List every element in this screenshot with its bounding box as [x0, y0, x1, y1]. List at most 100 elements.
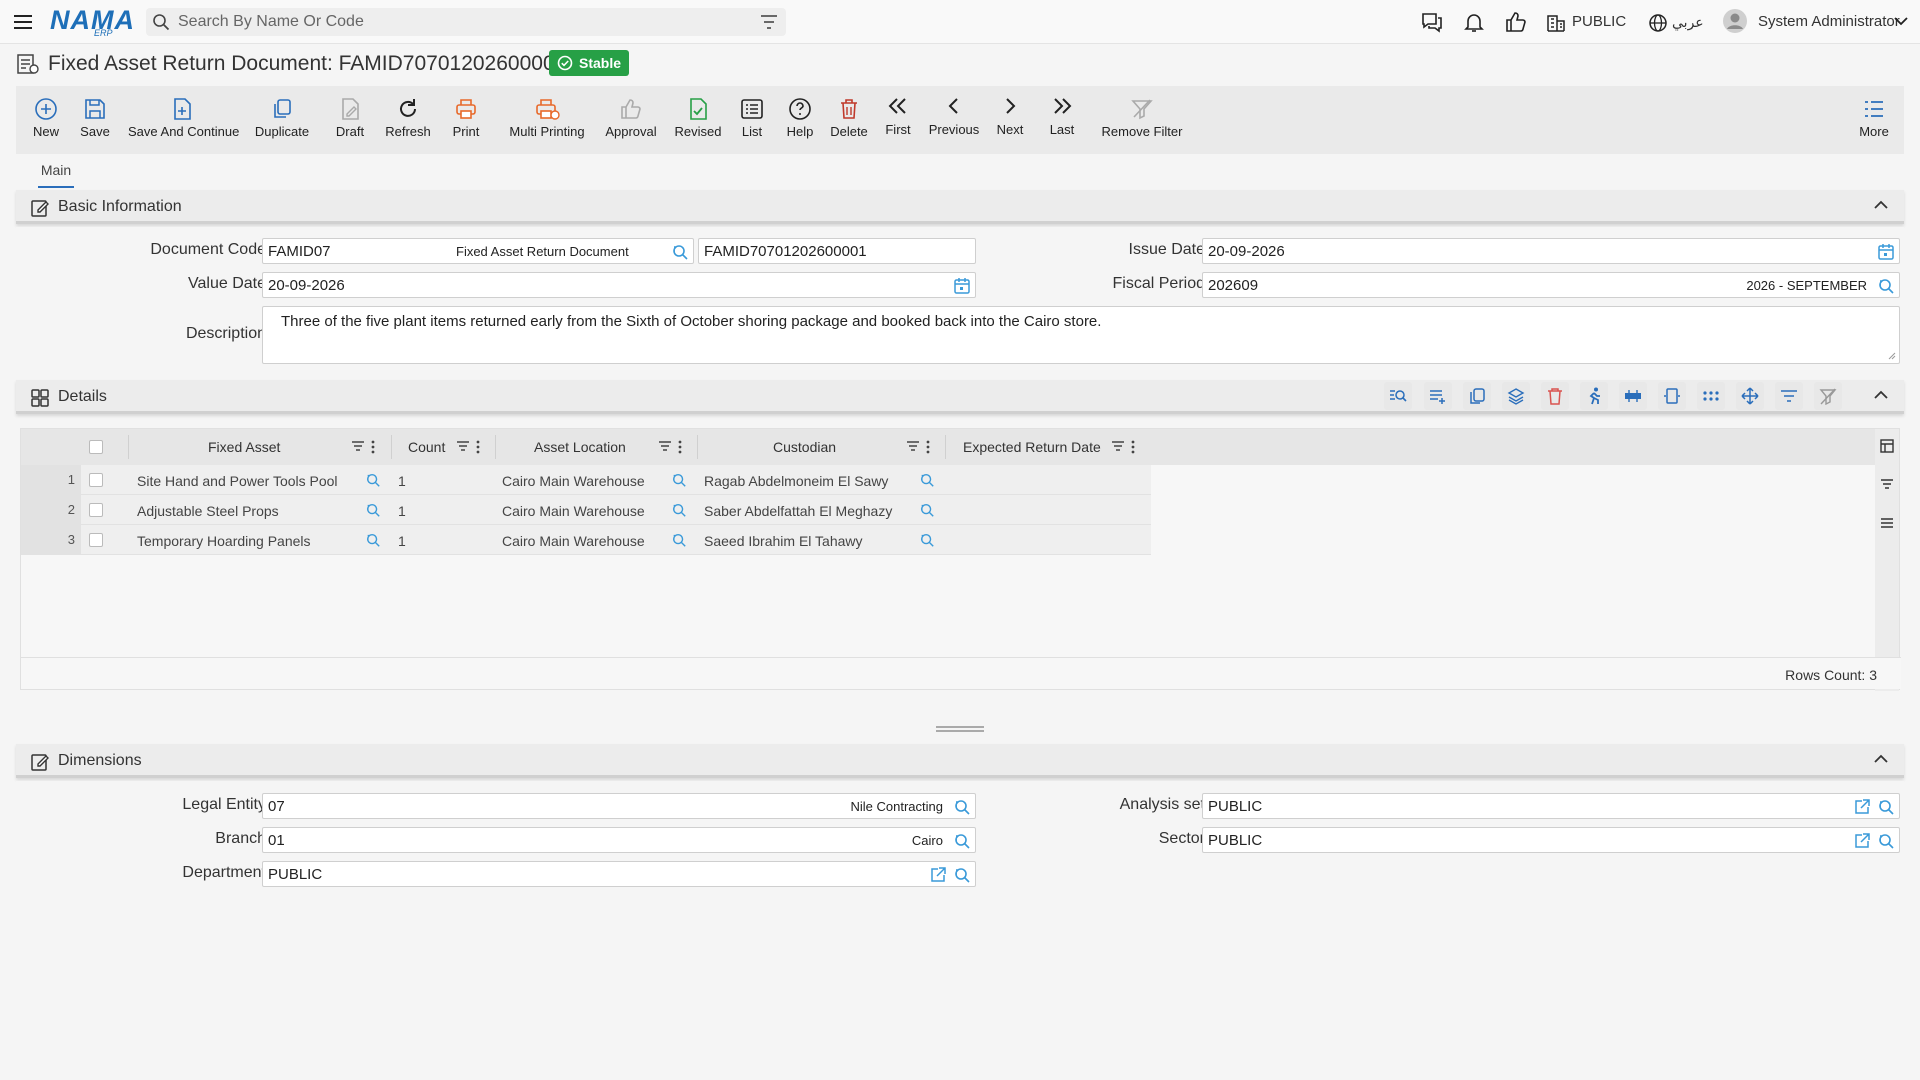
analysis-set-field[interactable]: PUBLIC [1202, 793, 1900, 819]
select-all-checkbox[interactable] [89, 440, 103, 454]
cell-custodian[interactable]: Saeed Ibrahim El Tahawy [704, 533, 863, 549]
document-code-field[interactable]: FAMID07 Fixed Asset Return Document [262, 238, 694, 264]
next-button[interactable]: Next [992, 86, 1028, 154]
branch-field[interactable]: 01 Cairo [262, 827, 976, 853]
column-header-fixed-asset[interactable]: Fixed Asset [208, 439, 280, 455]
multi-printing-button[interactable]: Multi Printing [494, 86, 600, 154]
grid-dots-button[interactable] [1697, 382, 1725, 410]
grid-runner-button[interactable] [1580, 382, 1608, 410]
thumbs-up-icon[interactable] [1504, 10, 1528, 34]
approval-button[interactable]: Approval [600, 86, 662, 154]
table-row[interactable]: 1 Site Hand and Power Tools Pool 1 Cairo… [21, 465, 1151, 495]
column-menu-icon[interactable] [1131, 440, 1135, 454]
row-checkbox[interactable] [89, 533, 103, 547]
lookup-icon[interactable] [953, 866, 971, 884]
calendar-icon[interactable] [953, 277, 971, 295]
lookup-icon[interactable] [671, 472, 687, 488]
notification-bell-icon[interactable] [1462, 10, 1486, 34]
draft-button[interactable]: Draft [328, 86, 372, 154]
grid-layers-button[interactable] [1502, 382, 1530, 410]
search-input[interactable] [178, 12, 738, 32]
external-link-icon[interactable] [1853, 832, 1871, 850]
lookup-icon[interactable] [671, 532, 687, 548]
column-menu-icon[interactable] [678, 440, 682, 454]
dimensions-header[interactable]: Dimensions [16, 744, 1904, 778]
column-filter-icon[interactable] [906, 440, 920, 452]
lookup-icon[interactable] [953, 832, 971, 850]
column-filter-icon[interactable] [1111, 440, 1125, 452]
cell-asset-location[interactable]: Cairo Main Warehouse [502, 473, 645, 489]
cell-custodian[interactable]: Ragab Abdelmoneim El Sawy [704, 473, 888, 489]
grid-columns-button[interactable] [1619, 382, 1647, 410]
column-header-custodian[interactable]: Custodian [773, 439, 836, 455]
issue-date-field[interactable]: 20-09-2026 [1202, 238, 1900, 264]
cell-count[interactable]: 1 [398, 533, 406, 549]
cell-fixed-asset[interactable]: Temporary Hoarding Panels [137, 533, 311, 549]
column-header-expected-return-date[interactable]: Expected Return Date [963, 439, 1101, 455]
menu-icon[interactable] [12, 11, 34, 33]
nama-logo[interactable]: NAMA ERP [50, 5, 134, 38]
duplicate-button[interactable]: Duplicate [250, 86, 314, 154]
column-header-count[interactable]: Count [408, 439, 445, 455]
description-textarea[interactable]: Three of the five plant items returned e… [262, 306, 1900, 364]
filter-icon[interactable] [760, 14, 778, 30]
cell-asset-location[interactable]: Cairo Main Warehouse [502, 533, 645, 549]
tab-main[interactable]: Main [38, 162, 74, 188]
remove-filter-button[interactable]: Remove Filter [1092, 86, 1192, 154]
list-button[interactable]: List [734, 86, 770, 154]
lookup-icon[interactable] [671, 502, 687, 518]
grid-fit-button[interactable] [1658, 382, 1686, 410]
cell-count[interactable]: 1 [398, 473, 406, 489]
chevron-up-icon[interactable] [1874, 390, 1888, 400]
table-settings-icon[interactable] [1880, 439, 1894, 453]
cell-count[interactable]: 1 [398, 503, 406, 519]
sector-field[interactable]: PUBLIC [1202, 827, 1900, 853]
lookup-icon[interactable] [953, 798, 971, 816]
lookup-icon[interactable] [365, 472, 381, 488]
cell-asset-location[interactable]: Cairo Main Warehouse [502, 503, 645, 519]
column-menu-icon[interactable] [926, 440, 930, 454]
row-checkbox[interactable] [89, 503, 103, 517]
cell-fixed-asset[interactable]: Adjustable Steel Props [137, 503, 279, 519]
cell-custodian[interactable]: Saber Abdelfattah El Meghazy [704, 503, 892, 519]
save-and-continue-button[interactable]: Save And Continue [128, 86, 239, 154]
column-filter-icon[interactable] [658, 440, 672, 452]
filter-icon[interactable] [1880, 478, 1894, 490]
more-button[interactable]: More [1854, 86, 1894, 154]
last-button[interactable]: Last [1042, 86, 1082, 154]
value-date-field[interactable]: 20-09-2026 [262, 272, 976, 298]
column-menu-icon[interactable] [476, 440, 480, 454]
lookup-icon[interactable] [671, 243, 689, 261]
legal-entity-field[interactable]: 07 Nile Contracting [262, 793, 976, 819]
external-link-icon[interactable] [929, 866, 947, 884]
lookup-icon[interactable] [1877, 832, 1895, 850]
column-filter-icon[interactable] [351, 440, 365, 452]
chevron-up-icon[interactable] [1874, 754, 1888, 764]
chat-icon[interactable] [1420, 10, 1444, 34]
lookup-icon[interactable] [919, 532, 935, 548]
print-button[interactable]: Print [444, 86, 488, 154]
grid-add-row-button[interactable] [1424, 382, 1452, 410]
calendar-icon[interactable] [1877, 243, 1895, 261]
lookup-icon[interactable] [919, 472, 935, 488]
new-button[interactable]: New [24, 86, 68, 154]
external-link-icon[interactable] [1853, 798, 1871, 816]
document-number-field[interactable]: FAMID70701202600001 [698, 238, 976, 264]
column-header-asset-location[interactable]: Asset Location [534, 439, 626, 455]
resize-handle-icon[interactable] [1888, 352, 1896, 360]
grid-move-button[interactable] [1736, 382, 1764, 410]
grid-delete-button[interactable] [1541, 382, 1569, 410]
department-field[interactable]: PUBLIC [262, 861, 976, 887]
column-filter-icon[interactable] [456, 440, 470, 452]
row-checkbox[interactable] [89, 473, 103, 487]
refresh-button[interactable]: Refresh [382, 86, 434, 154]
save-button[interactable]: Save [74, 86, 116, 154]
grid-copy-button[interactable] [1463, 382, 1491, 410]
lookup-icon[interactable] [919, 502, 935, 518]
help-button[interactable]: Help [782, 86, 818, 154]
grid-search-button[interactable] [1384, 382, 1412, 410]
column-menu-icon[interactable] [371, 440, 375, 454]
lookup-icon[interactable] [365, 502, 381, 518]
delete-button[interactable]: Delete [826, 86, 872, 154]
grid-filter-button[interactable] [1775, 382, 1803, 410]
